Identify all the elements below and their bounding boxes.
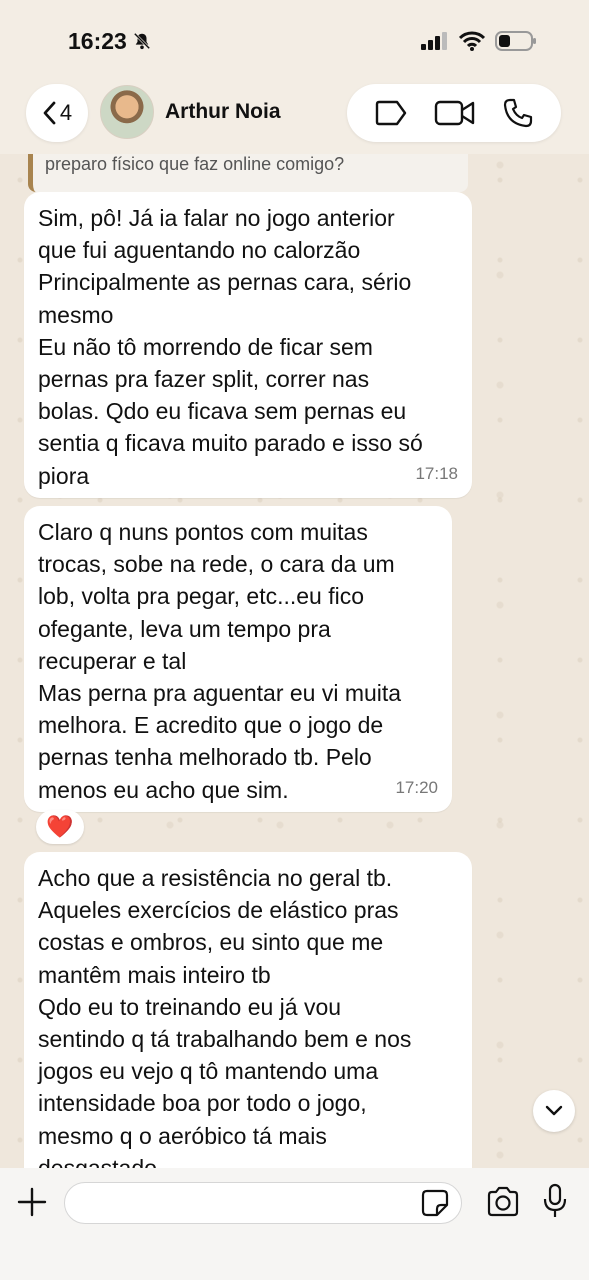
- message-line: menos eu acho que sim.: [38, 776, 289, 803]
- message-line: Sim, pô! Já ia falar no jogo anterior: [38, 205, 395, 231]
- label-tag-icon[interactable]: [374, 100, 408, 126]
- phone-icon[interactable]: [502, 97, 534, 129]
- message-line: piora: [38, 462, 90, 489]
- status-time: 16:23: [68, 27, 127, 54]
- message-line: pernas pra fazer split, correr nas: [38, 366, 370, 393]
- message-line: lob, volta pra pegar, etc...eu fico: [38, 583, 365, 610]
- microphone-icon[interactable]: [541, 1183, 569, 1219]
- message-line: costas e ombros, eu sinto que me: [38, 929, 384, 956]
- chevron-down-icon: [545, 1105, 563, 1116]
- wifi-icon: [459, 31, 485, 51]
- battery-icon: [495, 31, 536, 51]
- message-line: Claro q nuns pontos com muitas: [38, 519, 368, 545]
- message-line: sentia q ficava muito parado e isso só: [38, 430, 423, 457]
- message-line: recuperar e tal: [38, 647, 187, 674]
- composer-bar: [0, 1168, 589, 1280]
- back-button[interactable]: 4: [26, 84, 88, 142]
- plus-icon[interactable]: [16, 1186, 48, 1218]
- quoted-text: preparo físico que faz online comigo?: [45, 154, 345, 174]
- message-line: sentindo q tá trabalhando bem e nos: [38, 1026, 412, 1053]
- message-line: Acho que a resistência no geral tb.: [38, 865, 393, 891]
- video-camera-icon[interactable]: [434, 99, 476, 127]
- quoted-message[interactable]: preparo físico que faz online comigo?: [28, 154, 468, 192]
- chat-header: 4 Arthur Noia: [0, 82, 589, 154]
- message-line: jogos eu vejo q tô mantendo uma: [38, 1058, 379, 1085]
- message-line: Aqueles exercícios de elástico pras: [38, 897, 399, 924]
- message-line: pernas tenha melhorado tb. Pelo: [38, 744, 372, 771]
- message-line: trocas, sobe na rede, o cara da um: [38, 551, 395, 578]
- heart-icon: ❤️: [46, 814, 74, 839]
- message-bubble[interactable]: Sim, pô! Já ia falar no jogo anterior qu…: [24, 192, 472, 498]
- message-line: mesmo: [38, 301, 114, 328]
- chevron-left-icon: [43, 101, 56, 125]
- heart-reaction[interactable]: ❤️: [36, 810, 84, 844]
- bell-off-icon: [133, 32, 150, 50]
- message-line: que fui aguentando no calorzão: [38, 237, 361, 264]
- message-bubble[interactable]: Acho que a resistência no geral tb. Aque…: [24, 852, 472, 1168]
- message-line: desgastado: [38, 1154, 157, 1168]
- sticker-icon[interactable]: [421, 1189, 449, 1217]
- cellular-signal-icon: [421, 32, 447, 50]
- message-line: Mas perna pra aguentar eu vi muita: [38, 680, 402, 707]
- message-bubble[interactable]: Claro q nuns pontos com muitas trocas, s…: [24, 506, 452, 812]
- contact-name[interactable]: Arthur Noia: [165, 100, 281, 124]
- scroll-to-bottom-button[interactable]: [533, 1090, 575, 1132]
- header-actions: [347, 84, 561, 142]
- message-line: bolas. Qdo eu ficava sem pernas eu: [38, 398, 407, 425]
- status-icons: [421, 31, 537, 51]
- message-input[interactable]: [64, 1182, 462, 1224]
- message-line: Principalmente as pernas cara, sério: [38, 269, 412, 296]
- message-line: intensidade boa por todo o jogo,: [38, 1090, 367, 1117]
- camera-icon[interactable]: [486, 1186, 520, 1218]
- message-line: mantêm mais inteiro tb: [38, 961, 271, 988]
- status-bar: 16:23: [0, 0, 589, 82]
- unread-count: 4: [59, 100, 73, 125]
- message-line: mesmo q o aeróbico tá mais: [38, 1122, 327, 1149]
- message-timestamp: 17:20: [395, 777, 438, 797]
- contact-avatar[interactable]: [100, 85, 154, 139]
- status-time-group: 16:23: [68, 28, 151, 55]
- message-list[interactable]: preparo físico que faz online comigo? Si…: [0, 154, 589, 1168]
- message-timestamp: 17:18: [415, 463, 458, 483]
- message-line: Eu não tô morrendo de ficar sem: [38, 333, 373, 360]
- message-line: ofegante, leva um tempo pra: [38, 615, 331, 642]
- message-line: melhora. E acredito que o jogo de: [38, 712, 384, 739]
- message-line: Qdo eu to treinando eu já vou: [38, 993, 342, 1020]
